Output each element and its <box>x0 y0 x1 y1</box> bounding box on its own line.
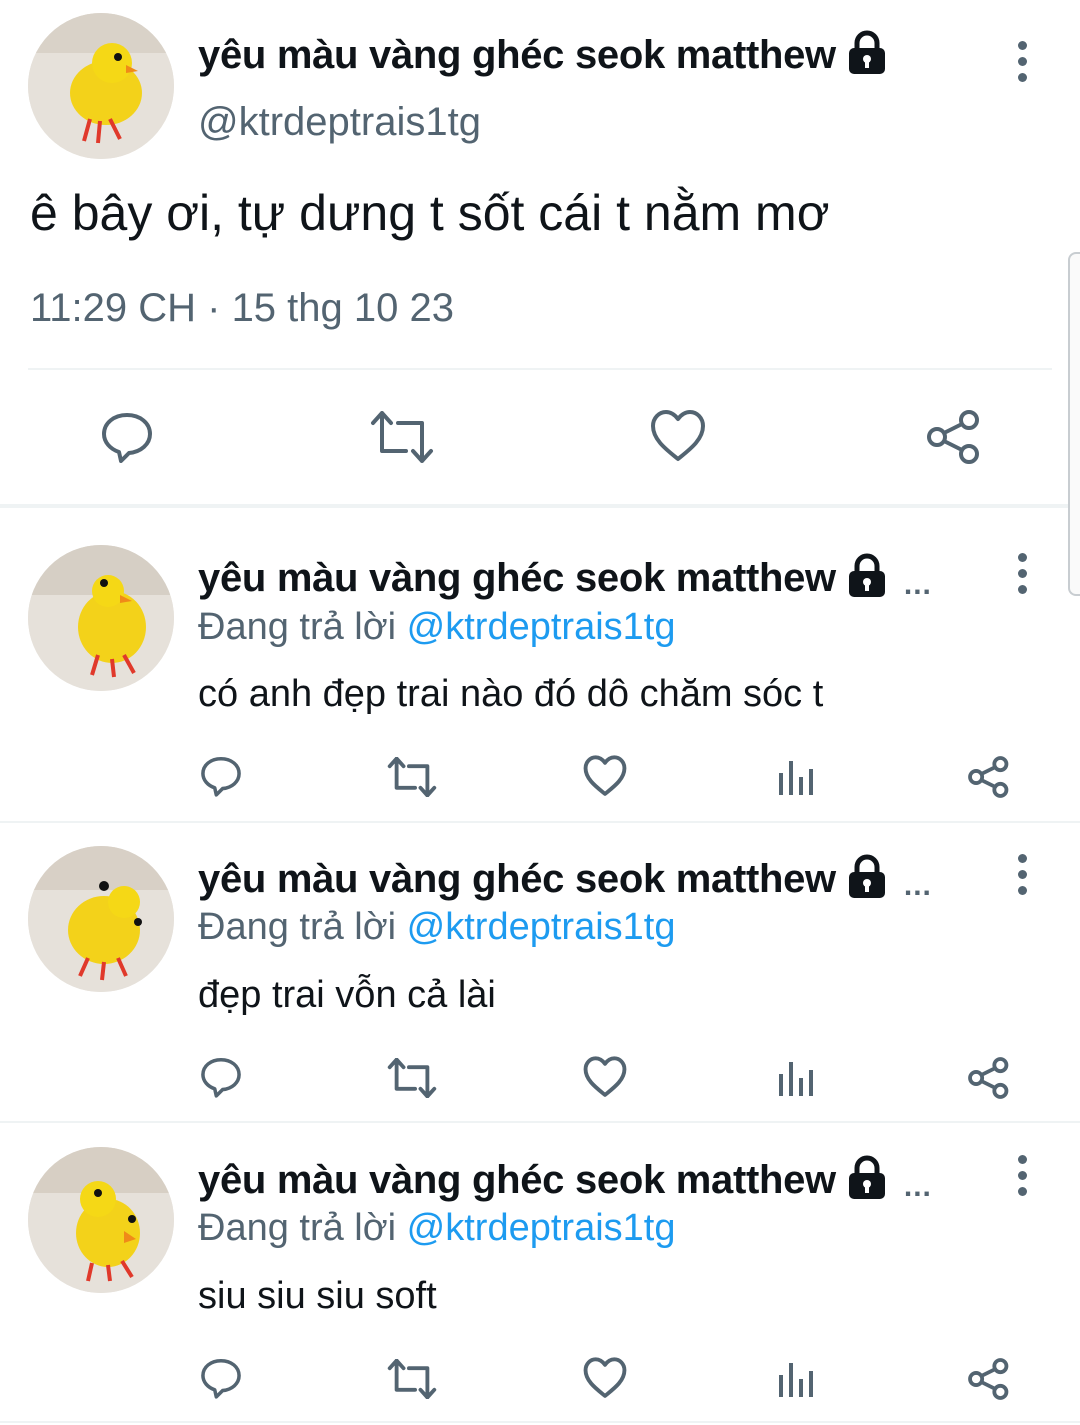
tweet-text: có anh đẹp trai nào đó dô chăm sóc t <box>198 673 824 715</box>
display-name[interactable]: yêu màu vàng ghéc seok matthew <box>198 857 836 902</box>
avatar[interactable] <box>28 846 174 992</box>
retweet-icon <box>387 1058 437 1098</box>
lock-icon <box>846 553 888 604</box>
display-name[interactable]: yêu màu vàng ghéc seok matthew <box>198 33 836 78</box>
display-name[interactable]: yêu màu vàng ghéc seok matthew <box>198 556 836 601</box>
mention-link[interactable]: @ktrdeptrais1tg <box>407 606 676 648</box>
share-icon <box>927 410 979 464</box>
author-row[interactable]: yêu màu vàng ghéc seok matthew ... <box>198 854 932 905</box>
analytics-icon <box>779 1062 813 1096</box>
author-row[interactable]: yêu màu vàng ghéc seok matthew <box>198 30 888 81</box>
handle[interactable]: @ktrdeptrais1tg <box>198 100 481 145</box>
share-button[interactable] <box>966 1055 1012 1101</box>
analytics-button[interactable] <box>776 1057 818 1099</box>
analytics-icon <box>779 1363 813 1397</box>
avatar[interactable] <box>28 13 174 159</box>
analytics-icon <box>779 761 813 795</box>
share-button[interactable] <box>966 754 1012 800</box>
avatar[interactable] <box>28 1147 174 1293</box>
replying-prefix: Đang trả lời <box>198 606 397 648</box>
tweet-text: siu siu siu soft <box>198 1275 437 1317</box>
tweet-divider <box>0 821 1080 823</box>
lock-icon <box>846 30 888 81</box>
share-icon <box>968 756 1009 798</box>
truncation-ellipsis: ... <box>903 1169 932 1203</box>
replying-to: Đang trả lời @ktrdeptrais1tg <box>198 1207 675 1250</box>
replying-to: Đang trả lời @ktrdeptrais1tg <box>198 606 675 649</box>
like-button[interactable] <box>581 754 629 798</box>
retweet-icon <box>371 411 433 463</box>
share-icon <box>968 1358 1009 1400</box>
tweet-divider <box>0 1421 1080 1423</box>
retweet-button[interactable] <box>386 1358 438 1400</box>
analytics-button[interactable] <box>776 1358 818 1400</box>
scrollbar[interactable] <box>1068 252 1080 596</box>
like-button[interactable] <box>648 408 708 464</box>
reply-icon <box>102 413 152 463</box>
replying-prefix: Đang trả lời <box>198 1207 397 1249</box>
tweet-divider <box>0 1121 1080 1123</box>
display-name[interactable]: yêu màu vàng ghéc seok matthew <box>198 1158 836 1203</box>
mention-link[interactable]: @ktrdeptrais1tg <box>407 1207 676 1249</box>
reply-button[interactable] <box>198 1354 244 1402</box>
like-icon <box>583 755 627 796</box>
tweet-timestamp[interactable]: 11:29 CH · 15 thg 10 23 <box>30 286 454 331</box>
truncation-ellipsis: ... <box>903 868 932 902</box>
retweet-button[interactable] <box>386 756 438 798</box>
retweet-button[interactable] <box>386 1057 438 1099</box>
share-icon <box>968 1057 1009 1099</box>
retweet-button[interactable] <box>369 408 435 466</box>
tweet-text: ê bây ơi, tự dưng t sốt cái t nằm mơ <box>30 185 830 241</box>
reply-button[interactable] <box>96 404 158 470</box>
reply-icon <box>201 1358 241 1399</box>
share-button[interactable] <box>966 1356 1012 1402</box>
tweet-text: đẹp trai vỗn cả lài <box>198 974 496 1016</box>
replying-prefix: Đang trả lời <box>198 906 397 948</box>
more-options-button[interactable] <box>1004 1150 1040 1200</box>
more-options-button[interactable] <box>1004 36 1040 86</box>
like-icon <box>583 1357 627 1398</box>
analytics-button[interactable] <box>776 756 818 798</box>
lock-icon <box>846 1155 888 1206</box>
mention-link[interactable]: @ktrdeptrais1tg <box>407 906 676 948</box>
truncation-ellipsis: ... <box>903 567 932 601</box>
reply-icon <box>201 756 241 797</box>
retweet-icon <box>387 757 437 797</box>
divider <box>28 368 1052 370</box>
more-options-button[interactable] <box>1004 849 1040 899</box>
reply-icon <box>201 1057 241 1098</box>
share-button[interactable] <box>924 408 984 466</box>
reply-button[interactable] <box>198 1053 244 1101</box>
avatar[interactable] <box>28 545 174 691</box>
section-divider <box>0 504 1080 508</box>
like-button[interactable] <box>581 1055 629 1099</box>
author-row[interactable]: yêu màu vàng ghéc seok matthew ... <box>198 553 932 604</box>
reply-button[interactable] <box>198 752 244 800</box>
like-icon <box>651 410 705 461</box>
like-button[interactable] <box>581 1356 629 1400</box>
author-row[interactable]: yêu màu vàng ghéc seok matthew ... <box>198 1155 932 1206</box>
more-options-button[interactable] <box>1004 548 1040 598</box>
replying-to: Đang trả lời @ktrdeptrais1tg <box>198 906 675 949</box>
retweet-icon <box>387 1359 437 1399</box>
like-icon <box>583 1056 627 1097</box>
lock-icon <box>846 854 888 905</box>
